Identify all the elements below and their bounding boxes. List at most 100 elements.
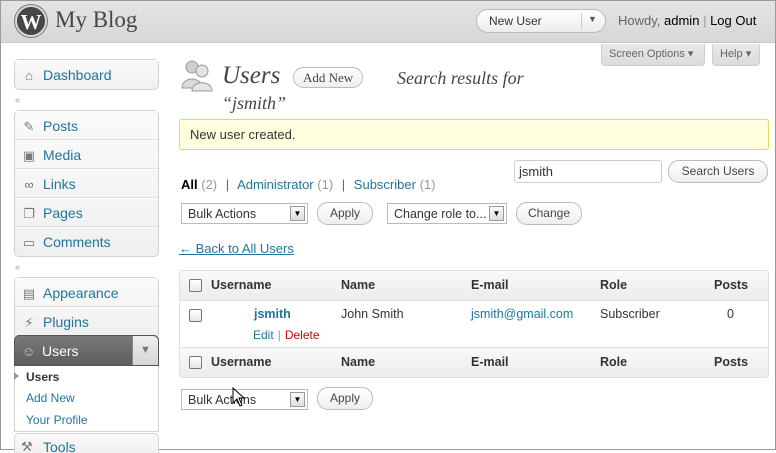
sidebar-item-label: Dashboard (43, 67, 112, 83)
screen-options-button[interactable]: Screen Options ▾ (601, 44, 705, 66)
howdy-text: Howdy, (618, 13, 661, 28)
sidebar-item-comments[interactable]: ▭ Comments (15, 227, 158, 256)
page-title: Users (222, 62, 281, 89)
sidebar-item-label: Users (42, 343, 79, 359)
search-results-term: “jsmith” (222, 93, 287, 113)
users-table: Username Name E-mail Role Posts jsmith J… (179, 270, 769, 378)
column-header-username[interactable]: Username (211, 355, 271, 369)
edit-user-link[interactable]: Edit (253, 328, 274, 342)
table-header: Username Name E-mail Role Posts (180, 271, 768, 301)
search-users-button[interactable]: Search Users (668, 160, 768, 183)
user-full-name: John Smith (341, 307, 404, 321)
apply-button[interactable]: Apply (317, 202, 373, 225)
collapse-separator-icon[interactable]: « (15, 262, 20, 272)
filter-count: (1) (317, 177, 334, 192)
divider: | (703, 13, 707, 28)
menu-group-settings: ▤ Appearance ⚡ Plugins (14, 277, 159, 336)
divider (581, 13, 582, 29)
sidebar-item-label: Links (43, 176, 76, 192)
submenu-item-add-new[interactable]: Add New (26, 391, 75, 405)
menu-group-content: ✎ Posts ▣ Media ∞ Links ❐ Pages ▭ Commen… (14, 110, 159, 257)
change-role-button[interactable]: Change (516, 202, 582, 225)
logout-link[interactable]: Log Out (710, 13, 756, 28)
column-header-posts: Posts (714, 278, 749, 292)
submenu-item-your-profile[interactable]: Your Profile (26, 413, 88, 427)
apply-button-bottom[interactable]: Apply (317, 387, 373, 410)
wrench-icon: ⚒ (21, 439, 33, 453)
sidebar-item-pages[interactable]: ❐ Pages (15, 198, 158, 227)
change-role-select[interactable]: Change role to... ▼ (387, 203, 507, 224)
back-to-all-users-link[interactable]: ← Back to All Users (179, 241, 294, 256)
table-footer: Username Name E-mail Role Posts (180, 347, 768, 377)
site-title[interactable]: My Blog (55, 7, 137, 33)
chevron-down-icon[interactable]: ▼ (290, 206, 305, 221)
select-all-checkbox[interactable] (189, 356, 202, 369)
add-new-button[interactable]: Add New (293, 67, 364, 88)
users-icon: ☺ (22, 344, 36, 359)
sidebar-item-links[interactable]: ∞ Links (15, 169, 158, 198)
filter-count: (2) (201, 177, 218, 192)
favorite-action-label[interactable]: New User (489, 14, 542, 28)
column-header-email[interactable]: E-mail (471, 355, 509, 369)
sidebar-item-tools[interactable]: ⚒ Tools (14, 433, 159, 453)
triangle-down-icon: ▾ (745, 48, 752, 60)
column-header-username[interactable]: Username (211, 278, 271, 292)
select-value: Change role to... (394, 207, 487, 221)
sidebar-item-media[interactable]: ▣ Media (15, 140, 158, 169)
sidebar-item-label: Media (43, 147, 82, 163)
filter-administrator[interactable]: Administrator (237, 177, 314, 192)
menu-group-dashboard: ⌂ Dashboard (14, 59, 159, 90)
column-header-email[interactable]: E-mail (471, 278, 509, 292)
filter-subscriber[interactable]: Subscriber (354, 177, 416, 192)
sidebar-item-label: Tools (43, 439, 76, 453)
table-row: jsmith John Smith jsmith@gmail.com Subsc… (180, 301, 768, 347)
sidebar-item-appearance[interactable]: ▤ Appearance (15, 278, 158, 307)
delete-user-link[interactable]: Delete (285, 328, 320, 342)
profile-link[interactable]: admin (664, 13, 699, 28)
screen-options-label: Screen Options (609, 48, 685, 60)
submenu-toggle-icon[interactable]: ▼ (132, 336, 158, 365)
chevron-down-icon[interactable]: ▼ (489, 206, 504, 221)
bulk-actions-select[interactable]: Bulk Actions ▼ (181, 203, 308, 224)
help-button[interactable]: Help ▾ (712, 44, 760, 66)
pages-icon: ❐ (23, 206, 35, 221)
sidebar-item-dashboard[interactable]: ⌂ Dashboard (15, 60, 158, 89)
column-header-role: Role (600, 278, 628, 292)
user-search-input[interactable]: jsmith (514, 160, 662, 183)
divider: | (341, 177, 346, 192)
filter-count: (1) (419, 177, 436, 192)
sidebar-item-users[interactable]: ☺ Users ▼ (14, 335, 159, 366)
select-value: Bulk Actions (188, 207, 257, 221)
success-notice: New user created. (179, 119, 769, 150)
admin-header: W My Blog New User ▼ Howdy, admin | Log … (1, 1, 775, 43)
sidebar-item-posts[interactable]: ✎ Posts (15, 111, 158, 140)
appearance-icon: ▤ (22, 286, 36, 301)
row-checkbox[interactable] (189, 309, 202, 322)
search-results-heading: Search results for (397, 68, 524, 88)
collapse-separator-icon[interactable]: « (15, 95, 20, 105)
column-header-name[interactable]: Name (341, 278, 375, 292)
username-link[interactable]: jsmith (254, 307, 291, 321)
comment-bubble-icon: ▭ (22, 235, 36, 250)
submenu-item-users[interactable]: Users (26, 370, 59, 384)
plug-icon: ⚡ (24, 315, 34, 330)
favorite-actions-dropdown[interactable]: New User ▼ (476, 9, 606, 33)
sidebar-item-plugins[interactable]: ⚡ Plugins (15, 307, 158, 336)
sidebar-item-label: Plugins (43, 314, 89, 330)
select-all-checkbox[interactable] (189, 279, 202, 292)
triangle-down-icon[interactable]: ▼ (588, 14, 597, 24)
wordpress-logo-icon: W (15, 5, 47, 37)
filter-all[interactable]: All (181, 177, 198, 192)
chevron-down-icon[interactable]: ▼ (290, 392, 305, 407)
help-label: Help (720, 48, 743, 60)
user-email-link[interactable]: jsmith@gmail.com (471, 307, 573, 321)
divider: | (225, 177, 230, 192)
row-actions: Edit | Delete (253, 328, 320, 342)
users-icon (181, 60, 213, 92)
column-header-name[interactable]: Name (341, 355, 375, 369)
role-filter-links: All (2) | Administrator (1) | Subscriber… (181, 177, 435, 192)
user-role: Subscriber (600, 307, 660, 321)
notice-text: New user created. (190, 127, 296, 142)
column-header-role: Role (600, 355, 628, 369)
triangle-down-icon: ▾ (687, 48, 694, 60)
